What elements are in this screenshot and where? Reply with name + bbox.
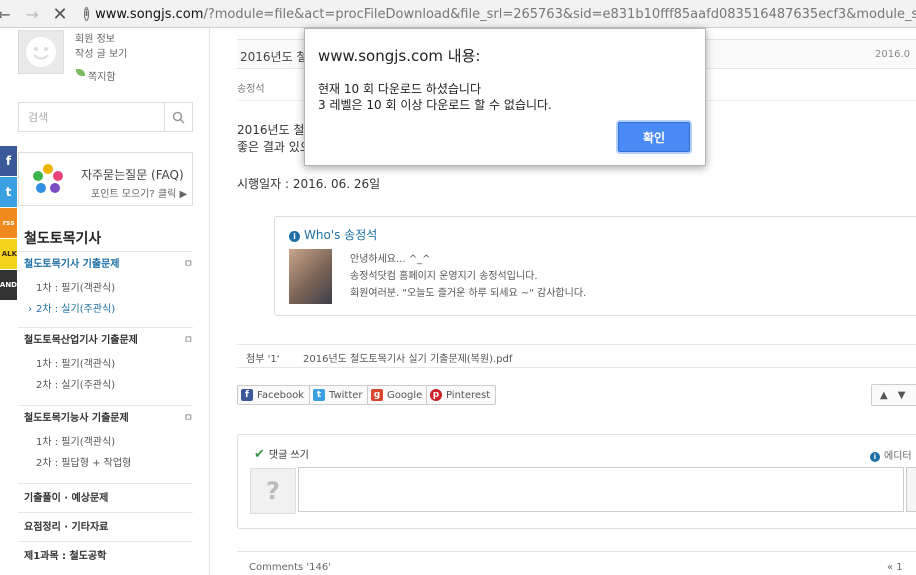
post-body-line: 좋은 결과 있으 (237, 140, 311, 154)
attachment-label: 첨부 '1' (246, 354, 280, 365)
twitter-icon: t (313, 389, 325, 401)
category-title: 철도토목기사 (24, 231, 102, 247)
smiley-icon (26, 37, 56, 67)
menu-group-engineer: 철도토목기사 기출문제 ㅁ 1차 : 필기(객관식) › 2차 : 실기(주관식) (18, 251, 193, 320)
address-bar[interactable]: i www.songjs.com/?module=file&act=procFi… (84, 3, 916, 25)
faq-banner[interactable]: 자주묻는질문 (FAQ) 포인트 모으기? 클릭 ▶ (18, 152, 193, 206)
checkmark-icon: ✔ (254, 447, 265, 462)
google-plus-icon: g (371, 389, 383, 401)
kakaotalk-icon[interactable]: ALK (0, 239, 17, 269)
editor-toggle[interactable]: i 에디터 (870, 447, 912, 462)
menu-group-craftsman: 철도토목기능사 기출문제 ㅁ 1차 : 필기(객관식) 2차 : 필답형 + 작업… (18, 405, 193, 483)
menu-item-past-solutions[interactable]: 기출풀이 · 예상문제 (18, 483, 193, 511)
avatar[interactable] (18, 30, 64, 74)
comment-form-title: ✔ 댓글 쓰기 (254, 447, 309, 462)
rss-icon[interactable]: rss (0, 208, 17, 238)
close-icon[interactable]: ✕ (50, 4, 70, 25)
ok-button[interactable]: 확인 (618, 122, 690, 152)
menu-item[interactable]: 2차 : 실기(주관식) (18, 375, 193, 396)
pagination[interactable]: « 1 (887, 562, 903, 573)
menu-item-active[interactable]: › 2차 : 실기(주관식) (18, 299, 193, 320)
post-body-line: 2016년도 철 (237, 123, 305, 137)
collapse-toggle-icon[interactable]: ㅁ (184, 406, 193, 432)
facebook-icon[interactable]: f (0, 146, 17, 176)
google-share-button[interactable]: g Google (367, 385, 429, 405)
menu-item[interactable]: 1차 : 필기(객관식) (18, 432, 193, 453)
author-photo (289, 249, 332, 304)
info-icon: i (870, 452, 880, 462)
url-path: /?module=file&act=procFileDownload&file_… (203, 6, 916, 22)
vote-buttons: ▲ ▼ (871, 384, 916, 406)
comment-submit-button[interactable] (906, 467, 916, 512)
author-profile-box: i Who's 송정석 안녕하세요... ^_^ 송정석닷컴 홈페이지 운영지기 … (274, 216, 916, 316)
member-info-link[interactable]: 회원 정보 (75, 30, 115, 45)
chevron-right-icon: › (28, 304, 32, 315)
my-posts-link[interactable]: 작성 글 보기 (75, 45, 127, 60)
faq-subtitle: 포인트 모으기? 클릭 ▶ (91, 189, 188, 200)
browser-toolbar: ← → ✕ i www.songjs.com/?module=file&act=… (0, 0, 916, 28)
post-author[interactable]: 송정석 (237, 80, 265, 95)
facebook-share-button[interactable]: f Facebook (237, 385, 310, 405)
url-host: www.songjs.com (95, 6, 204, 22)
pinterest-icon: p (430, 389, 442, 401)
collapse-toggle-icon[interactable]: ㅁ (184, 252, 193, 278)
info-icon: i (289, 231, 300, 242)
author-intro: 송정석닷컴 홈페이지 운영지기 송정석입니다. (350, 271, 538, 282)
info-icon[interactable]: i (84, 7, 90, 21)
forward-arrow-icon[interactable]: → (22, 4, 42, 24)
twitter-share-button[interactable]: t Twitter (309, 385, 369, 405)
collapse-toggle-icon[interactable]: ㅁ (184, 328, 193, 354)
comment-textarea[interactable] (298, 467, 904, 512)
faq-logo-icon (33, 164, 63, 193)
menu-group-title[interactable]: 철도토목산업기사 기출문제 ㅁ (18, 328, 193, 354)
author-profile-header: i Who's 송정석 (289, 226, 377, 243)
faq-title: 자주묻는질문 (FAQ) (81, 168, 184, 182)
facebook-icon: f (241, 389, 253, 401)
arrow-up-icon[interactable]: ▲ (880, 390, 888, 401)
sidebar: 회원 정보 작성 글 보기 쪽지함 검색 f t rss ALK AND 자주묻… (0, 28, 210, 575)
twitter-icon[interactable]: t (0, 177, 17, 207)
alert-dialog: www.songjs.com 내용: 현재 10 회 다운로드 하셨습니다 3 … (304, 28, 706, 166)
band-icon[interactable]: AND (0, 270, 17, 300)
dialog-message-line: 현재 10 회 다운로드 하셨습니다 (318, 82, 482, 96)
attachment-bar: 첨부 '1' 2016년도 철도토목기사 실기 기출문제(복원).pdf (237, 344, 916, 368)
search-input[interactable]: 검색 (19, 109, 164, 125)
comment-form: ✔ 댓글 쓰기 i 에디터 ? (237, 434, 916, 529)
dialog-title: www.songjs.com 내용: (318, 47, 481, 65)
search-button[interactable] (164, 103, 192, 131)
menu-group-title[interactable]: 철도토목기사 기출문제 ㅁ (18, 252, 193, 278)
post-date: 2016.0 (875, 49, 910, 60)
arrow-down-icon[interactable]: ▼ (898, 390, 906, 401)
comments-count: Comments '146' (249, 562, 331, 573)
menu-group-title[interactable]: 철도토목기능사 기출문제 ㅁ (18, 406, 193, 432)
exam-date: 시행일자 : 2016. 06. 26일 (237, 177, 381, 191)
menu-item[interactable]: 1차 : 필기(객관식) (18, 354, 193, 375)
menu-item[interactable]: 2차 : 필답형 + 작업형 (18, 453, 193, 474)
dialog-message-line: 3 레벨은 10 회 이상 다운로드 할 수 없습니다. (318, 98, 552, 112)
author-greeting: 안녕하세요... ^_^ (350, 254, 431, 265)
pinterest-share-button[interactable]: p Pinterest (426, 385, 497, 405)
search-icon (172, 111, 185, 124)
menu-item-subject1[interactable]: 제1과목 : 철도공학 (18, 541, 193, 569)
menu-item-summary[interactable]: 요점정리 · 기타자료 (18, 512, 193, 540)
menu-group-industrial: 철도토목산업기사 기출문제 ㅁ 1차 : 필기(객관식) 2차 : 실기(주관식) (18, 327, 193, 405)
attachment-file-link[interactable]: 2016년도 철도토목기사 실기 기출문제(복원).pdf (303, 350, 512, 365)
search-box: 검색 (18, 102, 193, 132)
leaf-icon (76, 69, 85, 76)
message-link[interactable]: 쪽지함 (88, 68, 116, 83)
menu-item[interactable]: 1차 : 필기(객관식) (18, 278, 193, 299)
comment-avatar: ? (250, 468, 296, 514)
back-arrow-icon[interactable]: ← (0, 4, 14, 24)
post-title[interactable]: 2016년도 철 (240, 48, 307, 65)
comments-bar: Comments '146' « 1 (237, 551, 916, 575)
author-message: 회원여러분. "오늘도 즐거운 하루 되세요 ~" 감사합니다. (350, 288, 587, 299)
